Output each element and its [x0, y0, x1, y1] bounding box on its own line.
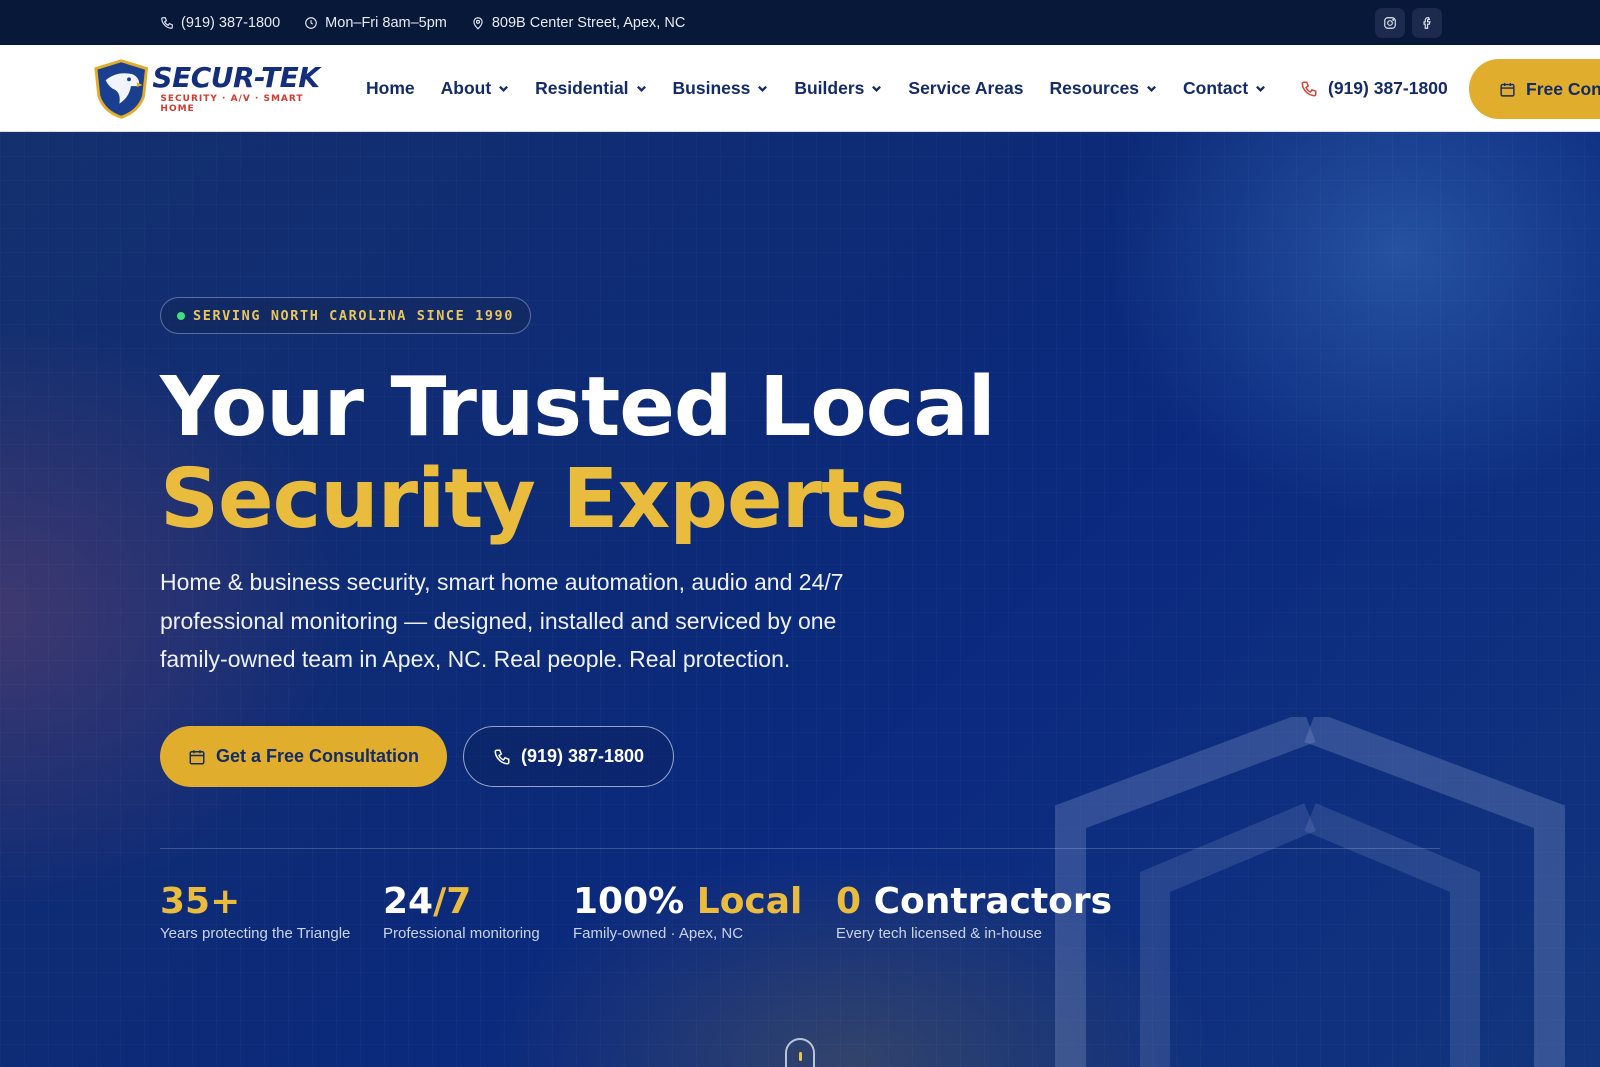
topbar-address: 809B Center Street, Apex, NC	[471, 15, 685, 31]
secondary-cta-label: (919) 387-1800	[520, 746, 645, 766]
stat-label: Professional monitoring	[383, 925, 540, 942]
phone-icon	[494, 749, 510, 765]
phone-icon	[1301, 81, 1317, 97]
site-logo[interactable]: SECUR-TEK SECURITY · A/V · SMART HOME	[92, 58, 337, 120]
phone-icon	[161, 16, 173, 29]
free-consultation-button[interactable]: Free Consultation	[1469, 59, 1600, 119]
nav-item-label: Home	[366, 78, 415, 98]
brand-name: SECUR-TEK	[152, 61, 320, 94]
nav-item-label: Service Areas	[908, 78, 1024, 98]
stat-value-suffix: /7	[433, 881, 472, 922]
hero-section: SERVING NORTH CAROLINA SINCE 1990 Your T…	[0, 132, 1600, 1067]
nav-item-label: Builders	[794, 78, 865, 98]
nav-item-label: About	[440, 78, 492, 98]
stat-label: Years protecting the Triangle	[160, 925, 351, 942]
chevron-down-icon	[758, 85, 768, 92]
calendar-icon	[1500, 82, 1515, 97]
stat-contractors: 0 Contractors Every tech licensed & in-h…	[836, 881, 1113, 943]
nav-item-builders[interactable]: Builders	[794, 78, 882, 99]
since-badge: SERVING NORTH CAROLINA SINCE 1990	[160, 297, 532, 334]
stats-divider	[160, 848, 1440, 849]
nav-item-home[interactable]: Home	[366, 78, 415, 99]
nav-item-contact[interactable]: Contact	[1183, 78, 1266, 99]
topbar-phone-text: (919) 387-1800	[181, 14, 281, 31]
stat-monitoring: 24/7 Professional monitoring	[383, 881, 540, 943]
status-dot	[177, 311, 185, 320]
hero-title-line2: Security Experts	[160, 452, 908, 547]
calendar-icon	[189, 749, 205, 764]
stat-local: 100% Local Family-owned · Apex, NC	[573, 881, 803, 943]
hero-title-line1: Your Trusted Local	[160, 360, 996, 455]
hero-lead-text: Home & business security, smart home aut…	[160, 569, 844, 672]
shield-watermark-icon	[1055, 717, 1565, 1067]
chevron-down-icon	[872, 85, 882, 92]
stat-label: Family-owned · Apex, NC	[573, 925, 744, 942]
chevron-down-icon	[636, 85, 646, 92]
chevron-down-icon	[499, 85, 509, 92]
nav-item-label: Resources	[1049, 78, 1140, 98]
brand-tagline: SECURITY · A/V · SMART HOME	[160, 94, 304, 114]
stat-value: 35+	[160, 881, 241, 922]
free-consultation-label: Free Consultation	[1526, 78, 1600, 99]
map-pin-icon	[473, 16, 483, 30]
call-phone-button[interactable]: (919) 387-1800	[463, 726, 674, 787]
hero-title: Your Trusted Local Security Experts	[160, 360, 996, 547]
stat-value: 0	[836, 881, 862, 922]
mouse-wheel-icon	[799, 1052, 802, 1061]
stat-years: 35+ Years protecting the Triangle	[160, 881, 351, 943]
nav-item-label: Contact	[1183, 78, 1249, 98]
get-free-consultation-button[interactable]: Get a Free Consultation	[160, 726, 447, 787]
contact-info: (919) 387-1800 Mon–Fri 8am–5pm 809B Cent…	[160, 0, 685, 45]
stat-value-suffix: Local	[684, 881, 803, 922]
stat-value: 100%	[573, 881, 685, 922]
social-links	[1375, 8, 1442, 38]
main-navigation: SECUR-TEK SECURITY · A/V · SMART HOME Ho…	[0, 45, 1600, 132]
chevron-down-icon	[1256, 85, 1266, 92]
top-info-bar: (919) 387-1800 Mon–Fri 8am–5pm 809B Cent…	[0, 0, 1600, 45]
stat-value: 24	[383, 881, 434, 922]
primary-cta-label: Get a Free Consultation	[215, 746, 420, 766]
stat-value-suffix: Contractors	[861, 881, 1113, 922]
chevron-down-icon	[1147, 85, 1157, 92]
nav-item-residential[interactable]: Residential	[535, 78, 646, 99]
facebook-link[interactable]	[1412, 8, 1442, 38]
since-badge-text: SERVING NORTH CAROLINA SINCE 1990	[193, 307, 515, 324]
instagram-icon	[1384, 17, 1396, 29]
topbar-hours: Mon–Fri 8am–5pm	[304, 15, 447, 31]
nav-item-label: Business	[672, 78, 751, 98]
nav-item-resources[interactable]: Resources	[1050, 78, 1158, 99]
nav-item-business[interactable]: Business	[673, 78, 769, 99]
stat-label: Every tech licensed & in-house	[836, 925, 1042, 942]
topbar-hours-text: Mon–Fri 8am–5pm	[325, 14, 447, 31]
clock-icon	[305, 16, 318, 29]
eagle-shield-logo-icon	[94, 59, 149, 119]
topbar-phone[interactable]: (919) 387-1800	[160, 15, 280, 31]
topbar-address-text: 809B Center Street, Apex, NC	[491, 14, 686, 31]
nav-phone-text: (919) 387-1800	[1328, 78, 1448, 98]
scroll-down-indicator[interactable]	[785, 1038, 815, 1067]
nav-item-label: Residential	[535, 78, 629, 98]
nav-phone-link[interactable]: (919) 387-1800	[1300, 45, 1448, 132]
facebook-icon	[1423, 17, 1431, 29]
instagram-link[interactable]	[1375, 8, 1405, 38]
nav-item-service-areas[interactable]: Service Areas	[908, 78, 1023, 99]
nav-item-about[interactable]: About	[441, 78, 510, 99]
nav-menu: Home About Residential Business Builders…	[366, 45, 1292, 132]
